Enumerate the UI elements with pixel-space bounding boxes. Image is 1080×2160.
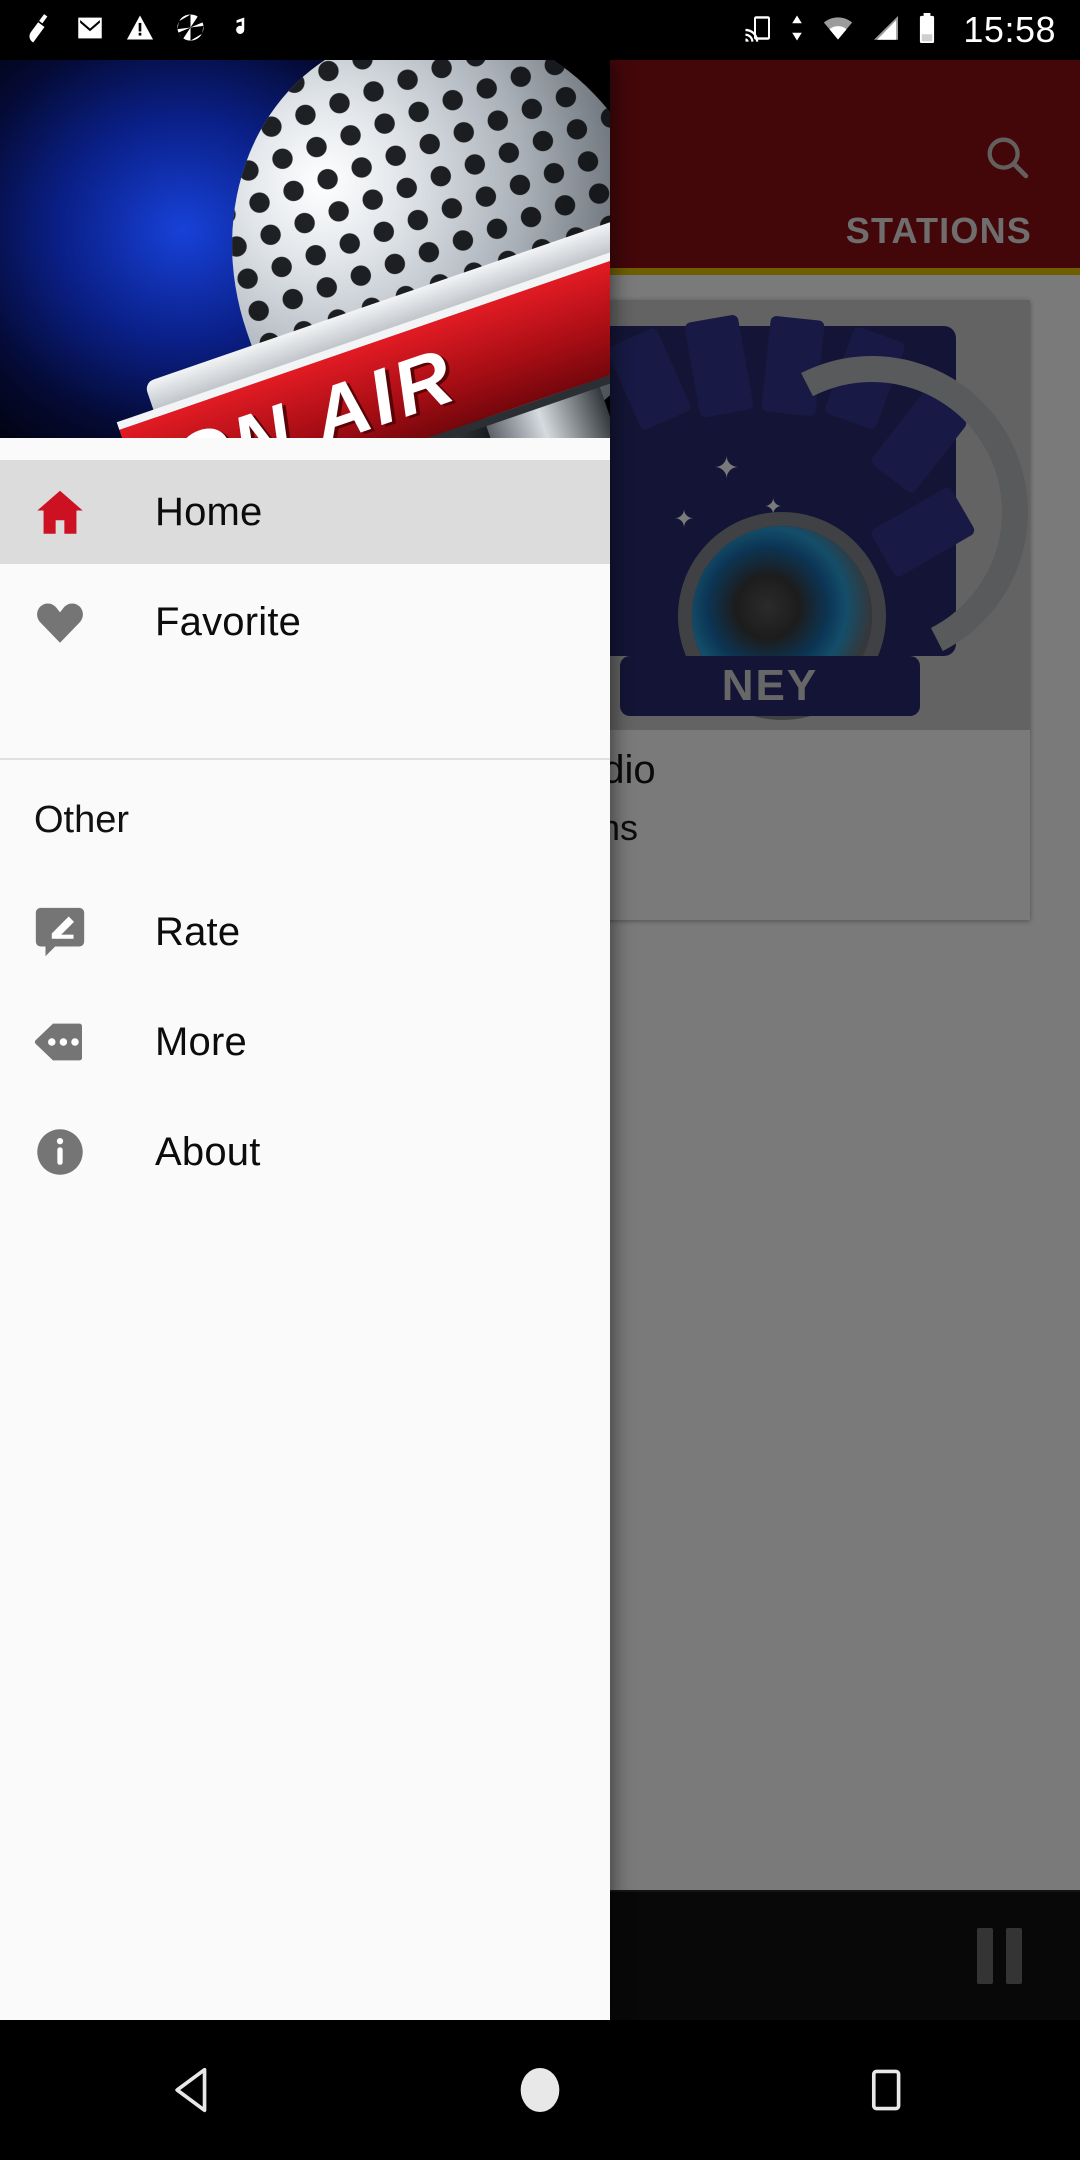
- more-label-icon: [0, 1013, 120, 1071]
- status-bar-notifications: [0, 11, 742, 50]
- home-circle-icon[interactable]: [497, 2047, 583, 2133]
- warning-triangle-icon: [124, 12, 156, 49]
- status-bar: 15:58: [0, 0, 1080, 60]
- phone-screen: STATIONS ✦ ✦ ✦ ✦: [0, 0, 1080, 2160]
- drawer-header-image: ON AIR: [0, 60, 610, 438]
- sidebar-item-label: Rate: [155, 909, 241, 954]
- recents-square-icon[interactable]: [843, 2047, 929, 2133]
- drawer-header-gap: [0, 438, 610, 460]
- data-transfer-icon: [787, 12, 807, 49]
- android-navigation-bar: [0, 2020, 1080, 2160]
- music-note-icon: [225, 12, 253, 49]
- broom-cleaner-icon: [22, 11, 56, 50]
- camera-aperture-icon: [174, 11, 207, 49]
- sidebar-item-label: Home: [155, 489, 263, 534]
- status-clock: 15:58: [963, 9, 1056, 50]
- home-icon: [0, 483, 120, 541]
- sidebar-item-rate[interactable]: Rate: [0, 880, 610, 984]
- info-icon: [0, 1123, 120, 1181]
- back-triangle-icon[interactable]: [151, 2047, 237, 2133]
- sidebar-item-more[interactable]: More: [0, 990, 610, 1094]
- cellular-signal-icon: [869, 12, 903, 49]
- sidebar-item-about[interactable]: About: [0, 1100, 610, 1204]
- heart-icon: [0, 593, 120, 651]
- sidebar-item-label: More: [155, 1019, 247, 1064]
- status-bar-system-icons: 15:58: [742, 11, 1080, 50]
- rate-review-icon: [0, 903, 120, 961]
- navigation-drawer: ON AIR Home Favorite Other Rate More Abo…: [0, 60, 610, 2020]
- sidebar-item-favorite[interactable]: Favorite: [0, 570, 610, 674]
- battery-icon: [916, 11, 938, 50]
- cast-screen-icon: [742, 12, 774, 49]
- section-header-other: Other: [0, 760, 610, 880]
- sidebar-item-label: Favorite: [155, 599, 302, 644]
- wifi-icon: [820, 12, 856, 49]
- sidebar-item-label: About: [155, 1129, 261, 1174]
- section-header-label: Other: [34, 798, 130, 841]
- sidebar-item-home[interactable]: Home: [0, 460, 610, 564]
- gmail-icon: [74, 12, 106, 49]
